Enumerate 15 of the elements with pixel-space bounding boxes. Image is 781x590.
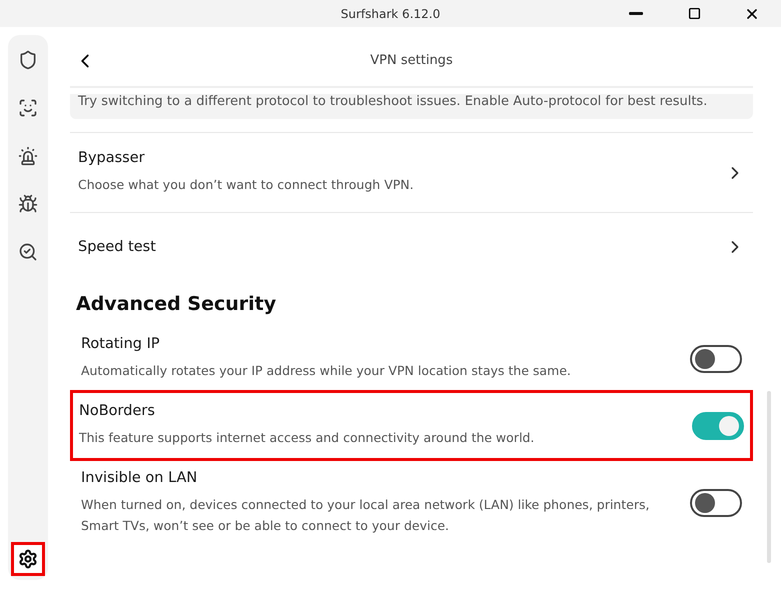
row-description: Automatically rotates your IP address while your VPN location stays the same. [81, 362, 572, 380]
settings-link-row[interactable]: Speed test [70, 212, 753, 281]
window-title: Surfshark 6.12.0 [340, 6, 440, 20]
row-description: Choose what you don’t want to connect through VPN. [78, 176, 415, 194]
row-title: Speed test [78, 239, 157, 255]
notice-text: Try switching to a different protocol to troubleshoot issues. Enable Auto-protocol for best results. [70, 94, 753, 119]
page-title: VPN settings [370, 53, 453, 68]
row-title: Rotating IP [81, 336, 161, 352]
row-description: When turned on, devices connected to your local area network (LAN) like phones, printers, Smart TVs, won’t see or be able to connect to your device. [81, 496, 650, 535]
settings-link-row[interactable]: Bypasser Choose what you don’t want to connect through VPN. [70, 132, 753, 212]
row-description: This feature supports internet access and connectivity around the world. [79, 429, 536, 447]
row-title: Invisible on LAN [81, 470, 198, 486]
section-heading: Advanced Security [76, 293, 278, 315]
row-title: NoBorders [79, 403, 156, 419]
row-title: Bypasser [78, 150, 146, 166]
